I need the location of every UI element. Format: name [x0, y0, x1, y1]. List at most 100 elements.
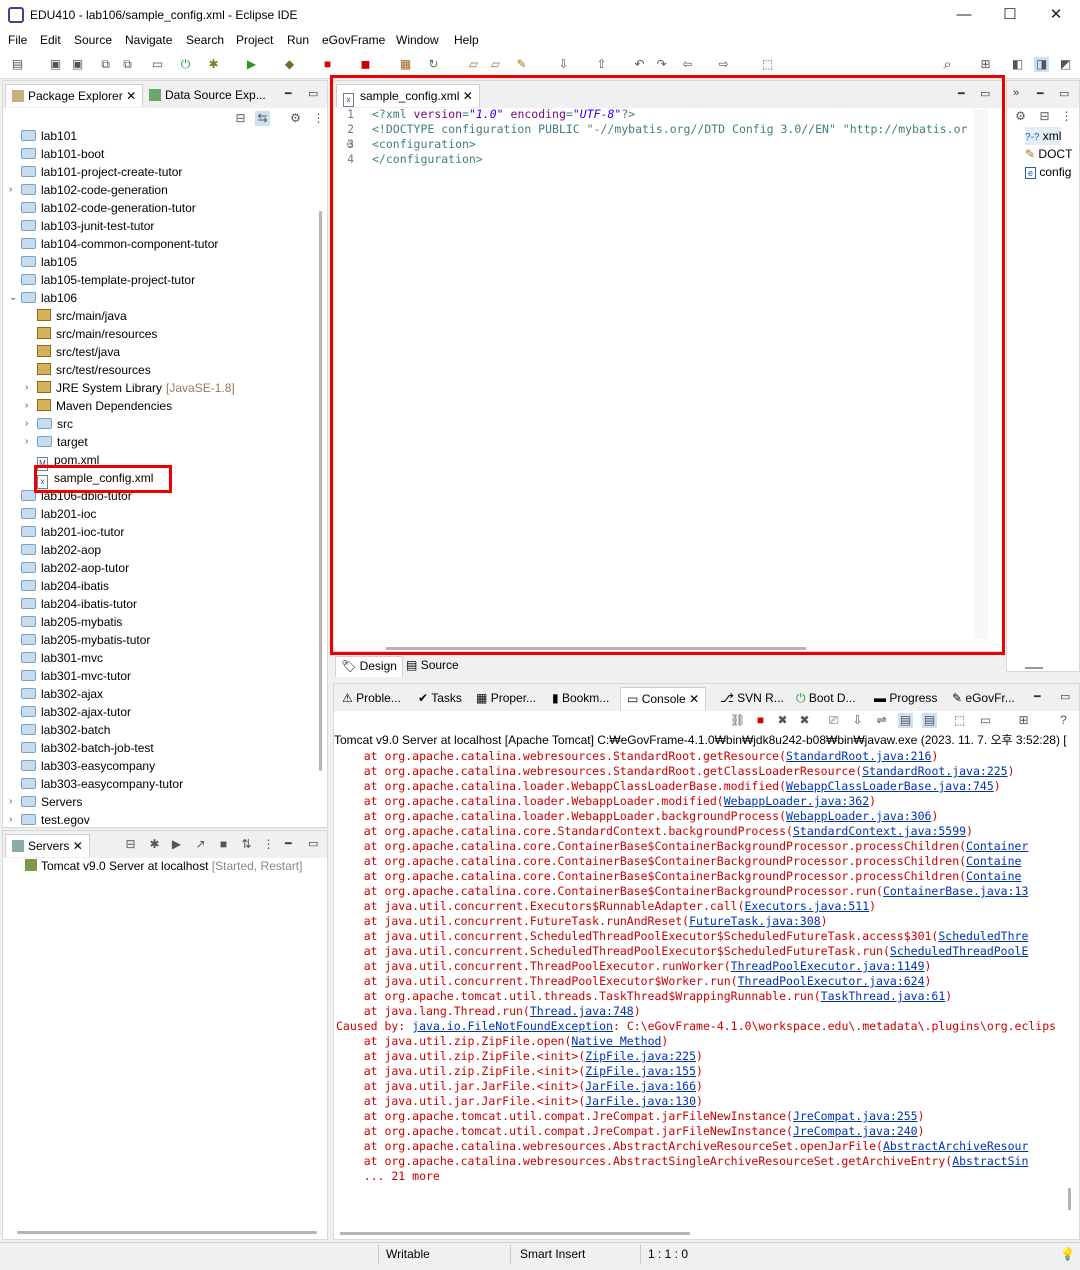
tree-item[interactable]: lab302-ajax [21, 685, 103, 703]
editor-hscrollbar[interactable] [386, 647, 806, 650]
tree-item[interactable]: lab302-ajax-tutor [21, 703, 131, 721]
refresh-icon[interactable]: ↻ [426, 57, 441, 72]
publish-icon[interactable]: ⇅ [239, 837, 254, 852]
collapse-arrow-icon[interactable]: › [9, 793, 19, 811]
tree-item[interactable]: lab201-ioc [21, 505, 96, 523]
collapse-icon[interactable]: ⊟ [1037, 109, 1052, 124]
tab-sample-config-xml[interactable]: x sample_config.xml ✕ [336, 84, 480, 107]
minimize-view-icon[interactable]: ━ [1034, 690, 1041, 703]
remove-terminated-icon[interactable]: ✖ [775, 713, 790, 728]
scroll-lock-icon[interactable]: ⇩ [850, 713, 865, 728]
tab-tasks[interactable]: ✔ Tasks [412, 687, 468, 710]
minimize-view-icon[interactable]: ━ [285, 837, 292, 850]
save-all-icon[interactable]: ▣ [70, 57, 85, 72]
open-project-icon[interactable]: ▱ [466, 57, 481, 72]
tree-item[interactable]: lab205-mybatis [21, 613, 122, 631]
tree-item[interactable]: src/test/resources [37, 361, 151, 379]
view-menu-icon[interactable]: ⋮ [311, 111, 326, 126]
stacktrace-link[interactable]: JarFile.java:166 [585, 1079, 696, 1093]
tree-item[interactable]: › lab102-code-generation [9, 181, 168, 199]
stacktrace-link[interactable]: StandardRoot.java:225 [862, 764, 1007, 778]
stacktrace-link[interactable]: WebappLoader.java:306 [786, 809, 931, 823]
tree-item[interactable]: lab302-batch [21, 721, 110, 739]
code-line[interactable]: </configuration> [372, 152, 972, 167]
collapse-arrow-icon[interactable]: › [9, 811, 19, 829]
tab-problems[interactable]: ⚠ Proble... [336, 687, 407, 710]
last-edit-icon[interactable]: ↶ [632, 57, 647, 72]
collapse-arrow-icon[interactable]: › [25, 433, 35, 451]
pen-icon[interactable]: ✎ [514, 57, 529, 72]
stacktrace-link[interactable]: Container [966, 839, 1028, 853]
tree-item[interactable]: › Servers [9, 793, 82, 811]
editor-vscrollbar[interactable] [974, 109, 988, 639]
fold-icon[interactable]: ⊖ [346, 139, 354, 149]
tree-item[interactable]: lab101 [21, 127, 77, 145]
egov-perspective-icon[interactable]: ◨ [1034, 57, 1049, 72]
stacktrace-link[interactable]: AbstractArchiveResour [883, 1139, 1028, 1153]
tree-item[interactable]: lab103-junit-test-tutor [21, 217, 154, 235]
server-stop-icon[interactable]: ◼ [358, 57, 373, 72]
tree-item[interactable]: ⌄ lab106 [9, 289, 77, 307]
debug-server-icon[interactable]: ✱ [147, 837, 162, 852]
maximize-view-icon[interactable]: ▭ [980, 87, 990, 100]
menu-help[interactable]: Help [454, 33, 479, 47]
tab-progress[interactable]: ▬ Progress [868, 687, 943, 710]
stacktrace-link[interactable]: Native Method [571, 1034, 661, 1048]
remove-all-icon[interactable]: ✖ [797, 713, 812, 728]
stacktrace-link[interactable]: Thread.java:748 [530, 1004, 634, 1018]
tree-item[interactable]: lab105 [21, 253, 77, 271]
stacktrace-link[interactable]: ZipFile.java:155 [585, 1064, 696, 1078]
profile-server-icon[interactable]: ↗ [193, 837, 208, 852]
tree-item[interactable]: lab105-template-project-tutor [21, 271, 195, 289]
view-menu-icon[interactable]: ⋮ [261, 837, 276, 852]
tree-item[interactable]: › Maven Dependencies [25, 397, 172, 415]
remove-launch-icon[interactable]: ⛓ [730, 713, 745, 728]
maximize-button[interactable]: ☐ [990, 4, 1030, 26]
next-edit-icon[interactable]: ↷ [654, 57, 669, 72]
stacktrace-link[interactable]: ThreadPoolExecutor.java:1149 [731, 959, 925, 973]
back-icon[interactable]: ⇦ [680, 57, 695, 72]
console-vscrollbar[interactable] [1068, 1188, 1071, 1210]
menu-source[interactable]: Source [74, 33, 112, 47]
maximize-view-icon[interactable]: ▭ [308, 87, 318, 100]
stacktrace-link[interactable]: WebappLoader.java:362 [724, 794, 869, 808]
tree-item[interactable]: lab101-boot [21, 145, 104, 163]
tree-item[interactable]: lab201-ioc-tutor [21, 523, 124, 541]
tree-item[interactable]: lab303-easycompany [21, 757, 155, 775]
stop-server-icon[interactable]: ■ [216, 837, 231, 852]
run-icon[interactable]: ▶ [244, 57, 259, 72]
close-icon[interactable]: ✕ [126, 89, 136, 103]
tree-item[interactable]: lab303-easycompany-tutor [21, 775, 183, 793]
outline-item-xml[interactable]: ?-? xml [1025, 127, 1062, 145]
code-line[interactable]: <?xml version="1.0" encoding="UTF-8"?> [372, 107, 972, 122]
maximize-view-icon[interactable]: ▭ [308, 837, 318, 850]
tree-item[interactable]: lab106-dbio-tutor [21, 487, 132, 505]
next-annotation-icon[interactable]: ⇩ [556, 57, 571, 72]
stacktrace-link[interactable]: ScheduledThre [938, 929, 1028, 943]
tree-item[interactable]: lab204-ibatis-tutor [21, 595, 137, 613]
tree-item[interactable]: lab205-mybatis-tutor [21, 631, 150, 649]
tree-item[interactable]: x sample_config.xml [37, 469, 153, 489]
filter-icon[interactable]: ⚙ [1013, 109, 1028, 124]
word-wrap-icon[interactable]: ⇌ [874, 713, 889, 728]
console-hscrollbar[interactable] [340, 1232, 690, 1235]
stacktrace-link[interactable]: JreCompat.java:255 [793, 1109, 918, 1123]
expand-arrow-icon[interactable]: ⌄ [9, 289, 19, 307]
filter-icon[interactable]: ⚙ [288, 111, 303, 126]
external-tools-icon[interactable]: ◆ [282, 57, 297, 72]
tree-item[interactable]: › src [25, 415, 73, 433]
java-ee-perspective-icon[interactable]: ◧ [1010, 57, 1025, 72]
package-icon[interactable]: ▦ [398, 57, 413, 72]
menu-run[interactable]: Run [287, 33, 309, 47]
tab-package-explorer[interactable]: Package Explorer ✕ [5, 84, 144, 107]
stacktrace-link[interactable]: Containe [966, 869, 1021, 883]
stacktrace-link[interactable]: ContainerBase.java:13 [883, 884, 1028, 898]
stacktrace-link[interactable]: FutureTask.java:308 [689, 914, 821, 928]
tab-boot-dashboard[interactable]: ⏻ Boot D... [790, 687, 862, 710]
close-button[interactable]: ✕ [1036, 4, 1076, 26]
open-perspective-icon[interactable]: ⊞ [978, 57, 993, 72]
prev-annotation-icon[interactable]: ⇧ [594, 57, 609, 72]
spring-boot-icon[interactable]: ⏻ [178, 57, 193, 72]
menu-search[interactable]: Search [186, 33, 224, 47]
stacktrace-link[interactable]: Containe [966, 854, 1021, 868]
